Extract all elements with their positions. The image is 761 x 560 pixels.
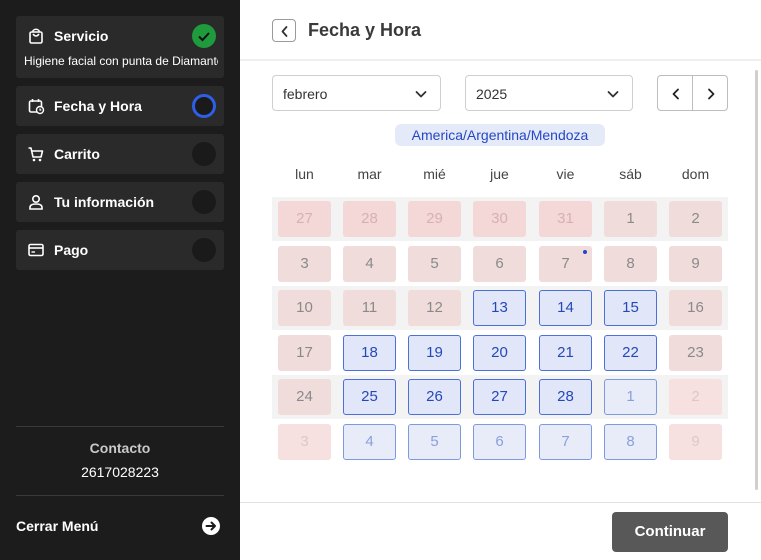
calendar-day[interactable]: 4 — [343, 424, 396, 460]
calendar-day[interactable]: 1 — [604, 379, 657, 415]
chevron-left-icon — [672, 88, 679, 100]
calendar-day: 11 — [343, 290, 396, 326]
calendar-day: 3 — [278, 246, 331, 282]
calendar-day: 5 — [408, 246, 461, 282]
calendar-day[interactable]: 20 — [473, 335, 526, 371]
calendar-day: 2 — [669, 201, 722, 237]
calendar-day[interactable]: 15 — [604, 290, 657, 326]
chevron-right-icon — [708, 88, 715, 100]
step-pago[interactable]: Pago — [16, 230, 224, 270]
calendar-clock-icon — [28, 99, 45, 115]
calendar-day: 9 — [669, 246, 722, 282]
weekday-header: mar — [357, 166, 382, 182]
calendar-day: 8 — [604, 246, 657, 282]
weekday-header: lun — [295, 166, 314, 182]
sidebar: Servicio Higiene facial con punta de Dia… — [0, 0, 240, 560]
user-icon — [29, 194, 43, 210]
weekday-header: vie — [556, 166, 575, 182]
month-value: febrero — [283, 86, 328, 102]
step-servicio[interactable]: Servicio Higiene facial con punta de Dia… — [16, 16, 224, 78]
step-label: Pago — [54, 242, 89, 258]
calendar-day[interactable]: 19 — [408, 335, 461, 371]
divider — [240, 59, 761, 61]
calendar-day: 4 — [343, 246, 396, 282]
step-label: Carrito — [54, 146, 100, 162]
calendar-day[interactable]: 21 — [539, 335, 592, 371]
calendar-day[interactable]: 6 — [473, 424, 526, 460]
calendar-day: 27 — [278, 201, 331, 237]
scrollbar[interactable] — [755, 70, 758, 490]
bag-icon — [29, 28, 43, 44]
divider — [16, 426, 224, 427]
calendar-day: 31 — [539, 201, 592, 237]
chevron-left-icon — [281, 26, 288, 37]
year-value: 2025 — [476, 86, 508, 102]
calendar-day: 1 — [604, 201, 657, 237]
step-label: Tu información — [54, 194, 155, 210]
calendar-day: 17 — [278, 335, 331, 371]
calendar-day[interactable]: 5 — [408, 424, 461, 460]
divider — [16, 495, 224, 496]
cart-icon — [28, 147, 44, 162]
pending-step-indicator — [192, 142, 216, 166]
calendar-day[interactable]: 13 — [473, 290, 526, 326]
step-subtitle: Higiene facial con punta de Diamante — [24, 54, 218, 68]
calendar-day: 2 — [669, 379, 722, 415]
calendar-day[interactable]: 26 — [408, 379, 461, 415]
pending-step-indicator — [192, 238, 216, 262]
chevron-down-icon — [607, 91, 619, 98]
calendar-day: 29 — [408, 201, 461, 237]
step-carrito[interactable]: Carrito — [16, 134, 224, 174]
page-title: Fecha y Hora — [308, 20, 422, 40]
calendar-day[interactable]: 25 — [343, 379, 396, 415]
calendar-day: 10 — [278, 290, 331, 326]
step-label: Fecha y Hora — [54, 98, 142, 114]
calendar-day: 12 — [408, 290, 461, 326]
weekday-header: jue — [490, 166, 509, 182]
calendar-day[interactable]: 22 — [604, 335, 657, 371]
arrow-right-icon — [202, 517, 220, 535]
continue-button[interactable]: Continuar — [612, 512, 728, 552]
back-button[interactable] — [272, 19, 296, 42]
weekday-header: dom — [681, 166, 710, 182]
timezone-badge: America/Argentina/Mendoza — [395, 124, 605, 146]
close-menu-button[interactable]: Cerrar Menú — [16, 517, 224, 538]
calendar-day[interactable]: 28 — [539, 379, 592, 415]
calendar-day[interactable]: 18 — [343, 335, 396, 371]
step-fecha-hora[interactable]: Fecha y Hora — [16, 86, 224, 126]
calendar-day[interactable]: 8 — [604, 424, 657, 460]
calendar-day: 28 — [343, 201, 396, 237]
year-select[interactable]: 2025 — [465, 75, 633, 111]
calendar-day: 9 — [669, 424, 722, 460]
current-step-indicator — [192, 94, 216, 118]
calendar-day: 6 — [473, 246, 526, 282]
month-select[interactable]: febrero — [272, 75, 441, 111]
divider — [240, 502, 761, 503]
chevron-down-icon — [415, 91, 427, 98]
calendar-day: 3 — [278, 424, 331, 460]
contact-phone[interactable]: 2617028223 — [16, 464, 224, 480]
contact-title: Contacto — [89, 440, 151, 456]
weekday-header: mié — [423, 166, 446, 182]
calendar-day[interactable]: 27 — [473, 379, 526, 415]
close-menu-label: Cerrar Menú — [16, 518, 99, 534]
weekday-header: sáb — [619, 166, 642, 182]
check-icon — [192, 24, 216, 48]
card-icon — [28, 243, 44, 257]
prev-month-button[interactable] — [657, 75, 693, 111]
calendar-day: 24 — [278, 379, 331, 415]
calendar-day: 30 — [473, 201, 526, 237]
today-indicator — [583, 250, 587, 254]
next-month-button[interactable] — [692, 75, 728, 111]
pending-step-indicator — [192, 190, 216, 214]
step-tu-informacion[interactable]: Tu información — [16, 182, 224, 222]
calendar-day[interactable]: 7 — [539, 424, 592, 460]
calendar-day: 16 — [669, 290, 722, 326]
calendar-day: 23 — [669, 335, 722, 371]
step-label: Servicio — [54, 28, 109, 44]
calendar-day[interactable]: 14 — [539, 290, 592, 326]
